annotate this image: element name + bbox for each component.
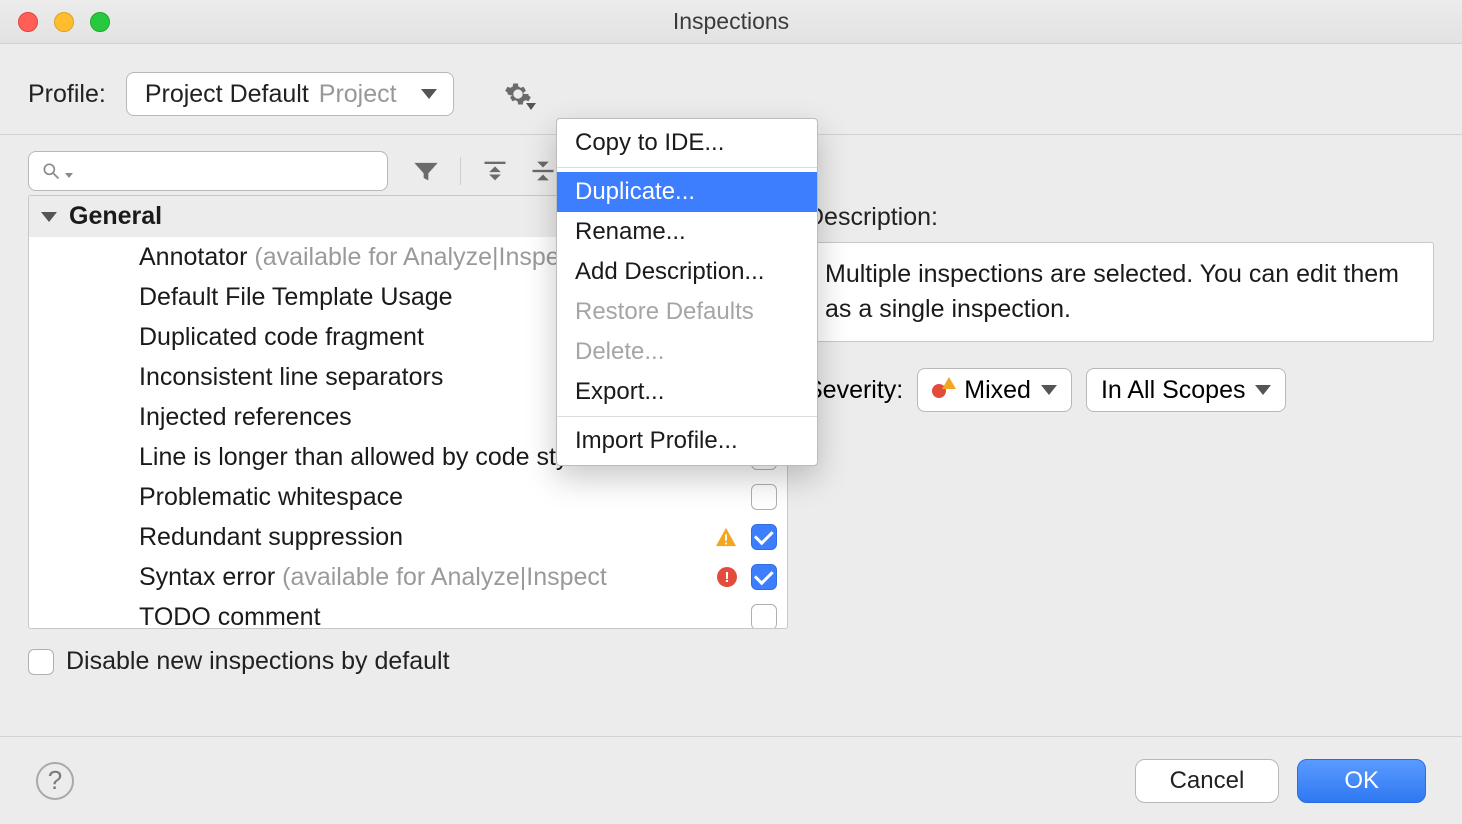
disable-label: Disable new inspections by default	[66, 647, 450, 676]
close-window-icon[interactable]	[18, 12, 38, 32]
warning-icon	[715, 526, 737, 548]
menu-item-rename[interactable]: Rename...	[557, 212, 817, 252]
severity-select[interactable]: Mixed	[917, 368, 1072, 412]
minimize-window-icon[interactable]	[54, 12, 74, 32]
separator	[460, 157, 461, 185]
row-checkbox[interactable]	[751, 484, 777, 510]
profile-scope: Project	[319, 80, 397, 109]
search-history-icon	[65, 173, 73, 178]
footer: ? Cancel OK	[0, 736, 1462, 824]
description-box: Multiple inspections are selected. You c…	[806, 242, 1434, 342]
profile-label: Profile:	[28, 80, 106, 109]
row-label: Syntax error	[139, 563, 275, 591]
zoom-window-icon[interactable]	[90, 12, 110, 32]
titlebar: Inspections	[0, 0, 1462, 44]
menu-item-restore-defaults[interactable]: Restore Defaults	[557, 292, 817, 332]
description-label: Description:	[806, 203, 1434, 232]
chevron-down-icon	[421, 89, 437, 99]
row-label: TODO comment	[139, 603, 747, 630]
menu-item-copy-to-ide[interactable]: Copy to IDE...	[557, 123, 817, 163]
cancel-button[interactable]: Cancel	[1135, 759, 1280, 803]
filter-icon[interactable]	[412, 159, 440, 183]
menu-item-delete[interactable]: Delete...	[557, 332, 817, 372]
chevron-down-icon	[41, 212, 57, 222]
severity-label: Severity:	[806, 376, 903, 405]
separator	[557, 167, 817, 168]
row-checkbox[interactable]	[751, 564, 777, 590]
ok-button[interactable]: OK	[1297, 759, 1426, 803]
tree-row[interactable]: Syntax error (available for Analyze|Insp…	[29, 557, 787, 597]
tree-row[interactable]: TODO comment	[29, 597, 787, 629]
profile-value: Project Default	[145, 80, 309, 109]
separator	[557, 416, 817, 417]
collapse-all-icon[interactable]	[529, 159, 557, 183]
group-label: General	[69, 202, 162, 231]
row-checkbox[interactable]	[751, 604, 777, 629]
disable-new-inspections-row[interactable]: Disable new inspections by default	[28, 647, 788, 676]
row-label: Redundant suppression	[139, 523, 715, 552]
menu-item-export[interactable]: Export...	[557, 372, 817, 412]
scope-value: In All Scopes	[1101, 376, 1246, 405]
row-label: Annotator	[139, 243, 247, 271]
profile-row: Profile: Project Default Project	[28, 72, 1434, 116]
severity-value: Mixed	[964, 376, 1031, 405]
row-checkbox[interactable]	[751, 524, 777, 550]
search-icon	[41, 161, 61, 181]
search-input[interactable]	[28, 151, 388, 191]
gear-popup-menu: Copy to IDE... Duplicate... Rename... Ad…	[556, 118, 818, 466]
dropdown-corner-icon	[526, 103, 536, 110]
menu-item-import-profile[interactable]: Import Profile...	[557, 421, 817, 461]
search-field[interactable]	[79, 160, 375, 183]
menu-item-duplicate[interactable]: Duplicate...	[557, 172, 817, 212]
window-title: Inspections	[0, 8, 1462, 35]
chevron-down-icon	[1041, 385, 1057, 395]
help-button[interactable]: ?	[36, 762, 74, 800]
settings-gear-button[interactable]	[504, 80, 532, 108]
row-hint: (available for Analyze|Inspect	[275, 563, 607, 591]
mixed-severity-icon	[932, 379, 954, 401]
row-label: Problematic whitespace	[139, 483, 747, 512]
error-icon: !	[717, 567, 737, 587]
profile-select[interactable]: Project Default Project	[126, 72, 454, 116]
menu-item-add-description[interactable]: Add Description...	[557, 252, 817, 292]
scope-select[interactable]: In All Scopes	[1086, 368, 1287, 412]
expand-all-icon[interactable]	[481, 159, 509, 183]
disable-checkbox[interactable]	[28, 649, 54, 675]
window-controls	[18, 12, 110, 32]
chevron-down-icon	[1255, 385, 1271, 395]
tree-row[interactable]: Problematic whitespace	[29, 477, 787, 517]
tree-row[interactable]: Redundant suppression	[29, 517, 787, 557]
